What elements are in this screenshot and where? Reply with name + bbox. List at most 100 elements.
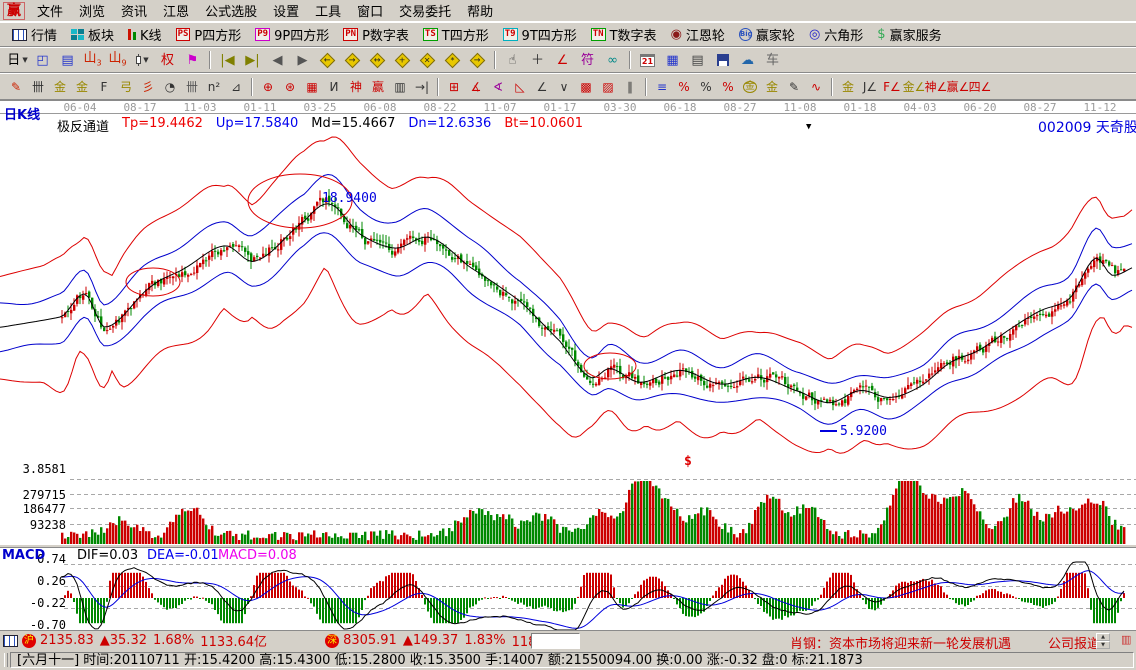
tool-crosshair-tool[interactable]: ＋ xyxy=(525,49,550,71)
toolbar-item-winner-wheel[interactable]: Big赢家轮 xyxy=(732,23,802,46)
news-ticker[interactable]: 肖钢：资本市场将迎来新一轮发展机遇 xyxy=(790,633,1011,652)
tool-angle-measure[interactable]: ∠ xyxy=(550,49,575,71)
draw-pen-tool[interactable]: ✎ xyxy=(5,75,27,99)
draw-time-circle[interactable]: ◔ xyxy=(159,75,181,99)
menu-item-settings[interactable]: 设置 xyxy=(265,0,307,23)
tool-web-save[interactable]: ☁ xyxy=(735,49,760,71)
toolbar-item-p-square[interactable]: PSP四方形 xyxy=(169,23,249,46)
toolbar-item-quotes[interactable]: 行情 xyxy=(5,23,64,46)
draw-v-wave[interactable]: ∨ xyxy=(553,75,575,99)
menu-item-gann[interactable]: 江恩 xyxy=(155,0,197,23)
draw-ying-angle[interactable]: 赢∠ xyxy=(947,75,969,99)
menu-item-help[interactable]: 帮助 xyxy=(459,0,501,23)
draw-gold-angle[interactable]: 金∠ xyxy=(903,75,925,99)
macd-chart[interactable] xyxy=(0,561,1136,631)
menu-item-trade[interactable]: 交易委托 xyxy=(391,0,459,23)
tool-first-bar[interactable]: |◀ xyxy=(215,49,240,71)
draw-fan-red[interactable]: ∡ xyxy=(465,75,487,99)
main-price-chart[interactable] xyxy=(0,113,1136,479)
menu-item-file[interactable]: 文件 xyxy=(29,0,71,23)
draw-trend-angle[interactable]: ∠ xyxy=(531,75,553,99)
draw-j-angle[interactable]: J∠ xyxy=(859,75,881,99)
draw-wave-tool[interactable]: ∿ xyxy=(805,75,827,99)
tool-period-day[interactable]: 日▼ xyxy=(5,49,30,71)
tool-delivery[interactable]: 车 xyxy=(760,49,785,71)
tool-diamond-right[interactable]: → xyxy=(340,49,365,71)
menu-item-window[interactable]: 窗口 xyxy=(349,0,391,23)
menu-item-news[interactable]: 资讯 xyxy=(113,0,155,23)
toolbar-item-gann-wheel[interactable]: ◉江恩轮 xyxy=(664,23,732,46)
tool-diamond-left[interactable]: ← xyxy=(315,49,340,71)
draw-fan-purple[interactable]: ∢ xyxy=(487,75,509,99)
draw-shen-angle[interactable]: 神∠ xyxy=(925,75,947,99)
draw-price-grid[interactable]: ▩ xyxy=(575,75,597,99)
draw-percent-tool[interactable]: % xyxy=(695,75,717,99)
tool-calendar[interactable]: 21 xyxy=(635,49,660,71)
draw-shen-line[interactable]: 神 xyxy=(345,75,367,99)
toolbar-item-hexagon[interactable]: ◎六角形 xyxy=(802,23,870,46)
draw-si-angle[interactable]: 四∠ xyxy=(969,75,991,99)
menu-item-tools[interactable]: 工具 xyxy=(307,0,349,23)
draw-tick-ruler[interactable]: 卌 xyxy=(27,75,49,99)
toolbar-item-t-square[interactable]: TST四方形 xyxy=(416,23,496,46)
draw-gold-line-1[interactable]: 金 xyxy=(49,75,71,99)
tool-hand-tool[interactable]: ☝ xyxy=(500,49,525,71)
toolbar-item-winner-service[interactable]: $赢家服务 xyxy=(870,23,948,46)
tool-last-bar[interactable]: ▶| xyxy=(240,49,265,71)
tool-diamond-expand[interactable]: + xyxy=(390,49,415,71)
tool-diamond-shrink[interactable]: × xyxy=(415,49,440,71)
draw-gold-ruler[interactable]: 金 xyxy=(761,75,783,99)
toolbar-item-t-number[interactable]: TNT数字表 xyxy=(584,23,664,46)
draw-ying-line[interactable]: 赢 xyxy=(367,75,389,99)
tool-bars-3[interactable]: 山3 xyxy=(80,49,105,71)
tool-cycle-tool[interactable]: ∞ xyxy=(600,49,625,71)
tool-diamond-both[interactable]: ↔ xyxy=(365,49,390,71)
draw-arrow-to-bar[interactable]: →| xyxy=(411,75,433,99)
draw-fan-grid[interactable]: ◺ xyxy=(509,75,531,99)
tool-flag-mark[interactable]: ⚑ xyxy=(180,49,205,71)
menu-item-formula-select[interactable]: 公式选股 xyxy=(197,0,265,23)
volume-chart[interactable] xyxy=(0,479,1136,544)
news-scroll-down-button[interactable]: ▼ xyxy=(1096,641,1110,649)
draw-gold-line-2[interactable]: 金 xyxy=(71,75,93,99)
tool-diamond-goto[interactable]: → xyxy=(465,49,490,71)
draw-f-line[interactable]: F xyxy=(93,75,115,99)
tool-candle-style[interactable]: ▼ xyxy=(130,49,155,71)
draw-parallel-lines[interactable]: ∥ xyxy=(619,75,641,99)
draw-f-angle[interactable]: F∠ xyxy=(881,75,903,99)
draw-brush-tool[interactable]: 彡 xyxy=(137,75,159,99)
menu-item-browse[interactable]: 浏览 xyxy=(71,0,113,23)
tool-prev-bar[interactable]: ◀ xyxy=(265,49,290,71)
draw-n-mark[interactable]: И xyxy=(323,75,345,99)
draw-time-grid[interactable]: ▨ xyxy=(597,75,619,99)
draw-grid-red[interactable]: ▦ xyxy=(301,75,323,99)
tool-bars-9[interactable]: 山9 xyxy=(105,49,130,71)
tool-diamond-star[interactable]: * xyxy=(440,49,465,71)
toolbar-item-9p-square[interactable]: P99P四方形 xyxy=(248,23,336,46)
market-grid-icon[interactable] xyxy=(3,635,18,647)
draw-percent-retrace[interactable]: % xyxy=(717,75,739,99)
toolbar-item-sectors[interactable]: 板块 xyxy=(64,23,121,46)
draw-percent-line[interactable]: % xyxy=(673,75,695,99)
draw-bow-line[interactable]: 弓 xyxy=(115,75,137,99)
toolbar-item-p-number[interactable]: PNP数字表 xyxy=(336,23,416,46)
toolbar-item-9t-square[interactable]: T99T四方形 xyxy=(496,23,584,46)
quick-entry-input[interactable] xyxy=(531,633,580,649)
draw-circle-cross[interactable]: ⊕ xyxy=(257,75,279,99)
toolbar-item-kline[interactable]: K线 xyxy=(121,23,169,46)
draw-protractor[interactable]: ⊿ xyxy=(225,75,247,99)
tool-next-bar[interactable]: ▶ xyxy=(290,49,315,71)
tool-save-file[interactable] xyxy=(710,49,735,71)
news-category[interactable]: 公司报道 xyxy=(1048,633,1100,652)
tool-gann-symbol[interactable]: 符 xyxy=(575,49,600,71)
news-scroll-up-button[interactable]: ▲ xyxy=(1096,633,1110,641)
draw-count-grid[interactable]: ▥ xyxy=(389,75,411,99)
draw-n-square[interactable]: n² xyxy=(203,75,225,99)
tool-restore-rights[interactable]: 权 xyxy=(155,49,180,71)
draw-gold-base[interactable]: 金 xyxy=(837,75,859,99)
draw-note-pen[interactable]: ✎ xyxy=(783,75,805,99)
draw-gold-circle[interactable]: 金 xyxy=(739,75,761,99)
tool-zoom-region[interactable]: ◰ xyxy=(30,49,55,71)
draw-scale-ruler[interactable]: ≡ xyxy=(651,75,673,99)
tool-notepad[interactable]: ▤ xyxy=(685,49,710,71)
